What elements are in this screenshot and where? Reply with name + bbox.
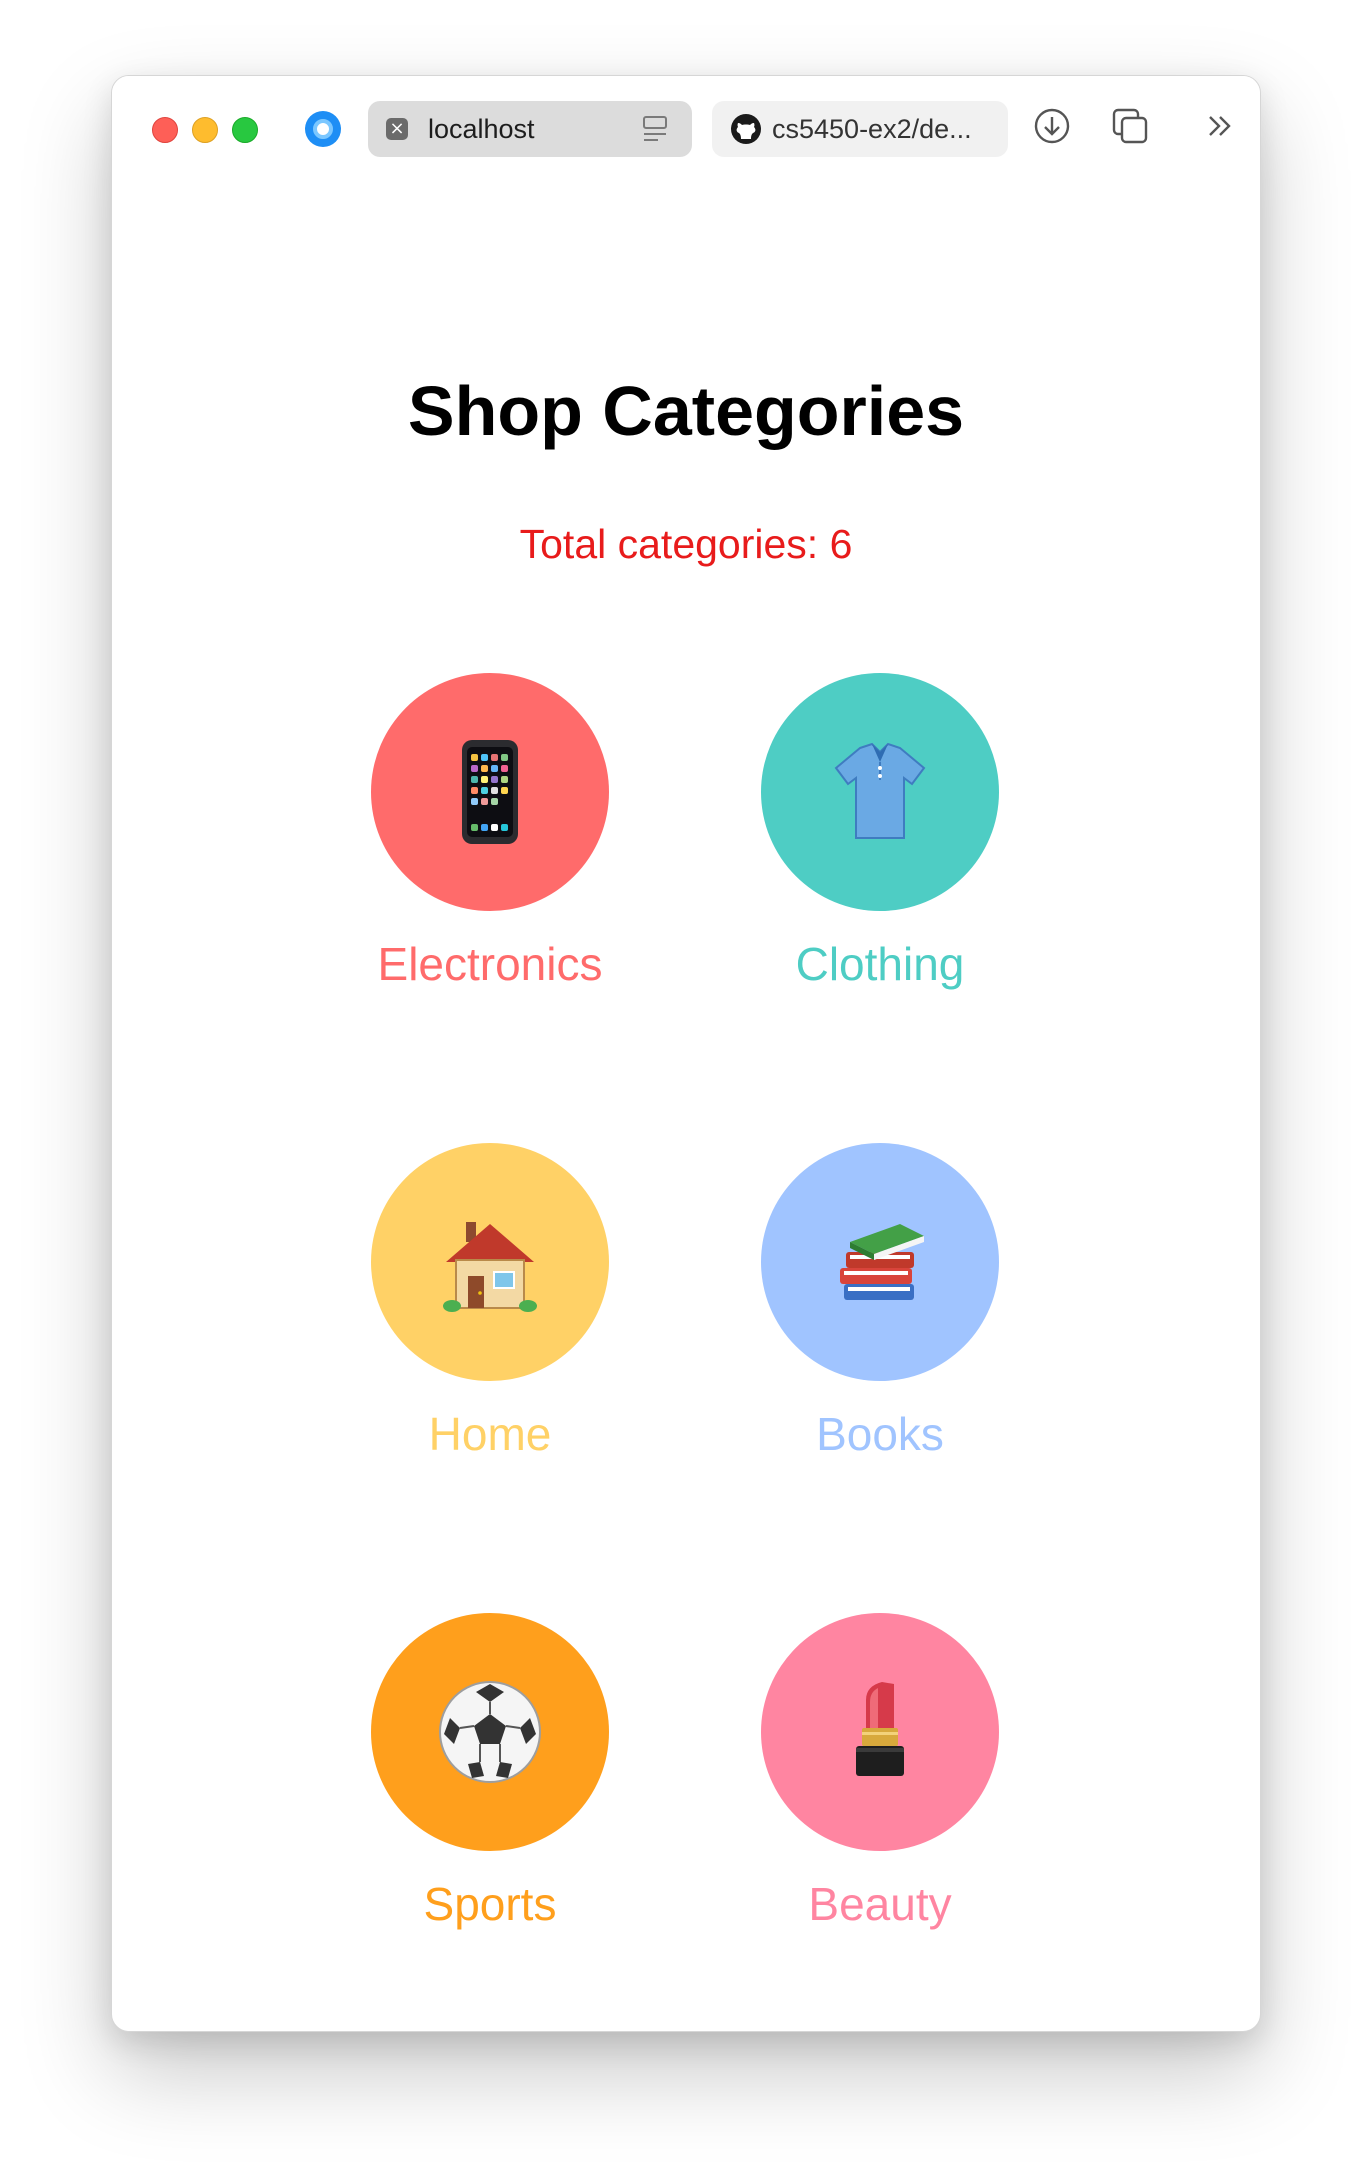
- category-card[interactable]: Home: [340, 1143, 640, 1483]
- tab-localhost[interactable]: × localhost: [368, 101, 692, 157]
- category-circle[interactable]: [371, 1143, 609, 1381]
- category-label[interactable]: Clothing: [730, 941, 1030, 987]
- tab-close-icon[interactable]: ×: [386, 118, 408, 140]
- category-label[interactable]: Sports: [340, 1881, 640, 1927]
- browser-toolbar: × localhost cs5450-ex2/de...: [112, 76, 1260, 186]
- download-icon[interactable]: [1032, 106, 1072, 146]
- house-icon: [443, 1222, 537, 1312]
- polo-shirt-icon: [834, 742, 926, 839]
- category-card[interactable]: Sports: [340, 1613, 640, 1953]
- category-label[interactable]: Beauty: [730, 1881, 1030, 1927]
- zoom-window-button[interactable]: [232, 117, 258, 143]
- github-icon: [731, 114, 761, 144]
- more-chevrons-icon[interactable]: [1200, 106, 1240, 146]
- lipstick-icon: [856, 1682, 904, 1776]
- category-label[interactable]: Home: [340, 1411, 640, 1457]
- category-circle[interactable]: [371, 1613, 609, 1851]
- category-label[interactable]: Books: [730, 1411, 1030, 1457]
- tab-github[interactable]: cs5450-ex2/de...: [712, 101, 1008, 157]
- category-circle[interactable]: [761, 673, 999, 911]
- page-title: Shop Categories: [407, 372, 965, 450]
- category-card[interactable]: Beauty: [730, 1613, 1030, 1953]
- category-card[interactable]: Clothing: [730, 673, 1030, 1013]
- reader-mode-icon[interactable]: [642, 115, 668, 143]
- category-circle[interactable]: [761, 1613, 999, 1851]
- category-label[interactable]: Electronics: [340, 941, 640, 987]
- close-window-button[interactable]: [152, 117, 178, 143]
- category-card[interactable]: Electronics: [340, 673, 640, 1013]
- category-circle[interactable]: [761, 1143, 999, 1381]
- category-card[interactable]: Books: [730, 1143, 1030, 1483]
- browser-window: × localhost cs5450-ex2/de... Shop Catego…: [111, 75, 1261, 2032]
- total-categories-text: Total categories: 6: [519, 521, 853, 567]
- mobile-phone-icon: [462, 740, 518, 844]
- tab-label: cs5450-ex2/de...: [772, 114, 972, 144]
- tab-overview-icon[interactable]: [1110, 106, 1150, 146]
- minimize-window-button[interactable]: [192, 117, 218, 143]
- page-content: Shop Categories Total categories: 6 Elec…: [112, 186, 1260, 2031]
- browser-app-icon[interactable]: [305, 111, 341, 147]
- soccer-ball-icon: [439, 1681, 541, 1783]
- category-circle[interactable]: [371, 673, 609, 911]
- books-icon: [840, 1224, 924, 1300]
- tab-label: localhost: [428, 114, 535, 144]
- screenshot-stage: × localhost cs5450-ex2/de... Shop Catego…: [0, 0, 1372, 2180]
